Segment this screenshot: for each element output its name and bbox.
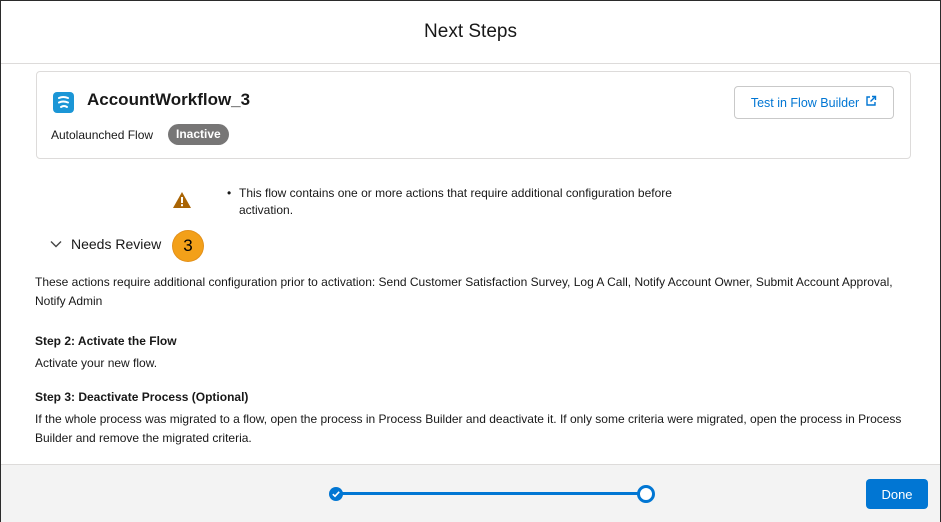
next-steps-modal: Next Steps AccountWorkflow_3 Autolaunche…: [0, 0, 941, 522]
needs-review-toggle[interactable]: Needs Review: [49, 236, 161, 252]
progress-indicator: [329, 485, 655, 503]
modal-header: Next Steps: [1, 1, 940, 64]
test-button-label: Test in Flow Builder: [750, 95, 860, 110]
new-window-icon: [865, 95, 877, 110]
modal-body[interactable]: AccountWorkflow_3 Autolaunched Flow Inac…: [1, 64, 940, 464]
needs-review-description: These actions require additional configu…: [35, 275, 893, 308]
progress-bar: [337, 492, 647, 495]
needs-review-count-badge: 3: [173, 231, 203, 261]
modal-title: Next Steps: [424, 21, 517, 42]
test-in-flow-builder-button[interactable]: Test in Flow Builder: [734, 86, 894, 119]
flow-card: AccountWorkflow_3 Autolaunched Flow Inac…: [36, 71, 911, 159]
progress-step-1[interactable]: [329, 487, 343, 501]
check-icon: [332, 491, 340, 498]
done-button[interactable]: Done: [866, 479, 928, 509]
flow-name: AccountWorkflow_3: [87, 90, 251, 109]
status-badge: Inactive: [168, 124, 229, 145]
done-button-label: Done: [881, 486, 913, 502]
warning-bullet: •: [227, 186, 232, 200]
flow-icon: [53, 92, 74, 113]
step-2-description: Activate your new flow.: [35, 356, 158, 370]
step-3-title: Step 3: Deactivate Process (Optional): [35, 390, 249, 404]
needs-review-label: Needs Review: [71, 236, 162, 252]
flow-type: Autolaunched Flow: [51, 128, 154, 142]
modal-footer: Done: [1, 464, 940, 522]
warning-message: • This flow contains one or more actions…: [227, 185, 727, 219]
warning-triangle-icon: [172, 191, 192, 214]
chevron-down-icon: [49, 237, 63, 251]
step-2-title: Step 2: Activate the Flow: [35, 334, 177, 348]
progress-step-2[interactable]: [637, 485, 655, 503]
warning-message-text: This flow contains one or more actions t…: [239, 186, 672, 217]
step-3-description: If the whole process was migrated to a f…: [35, 412, 902, 445]
